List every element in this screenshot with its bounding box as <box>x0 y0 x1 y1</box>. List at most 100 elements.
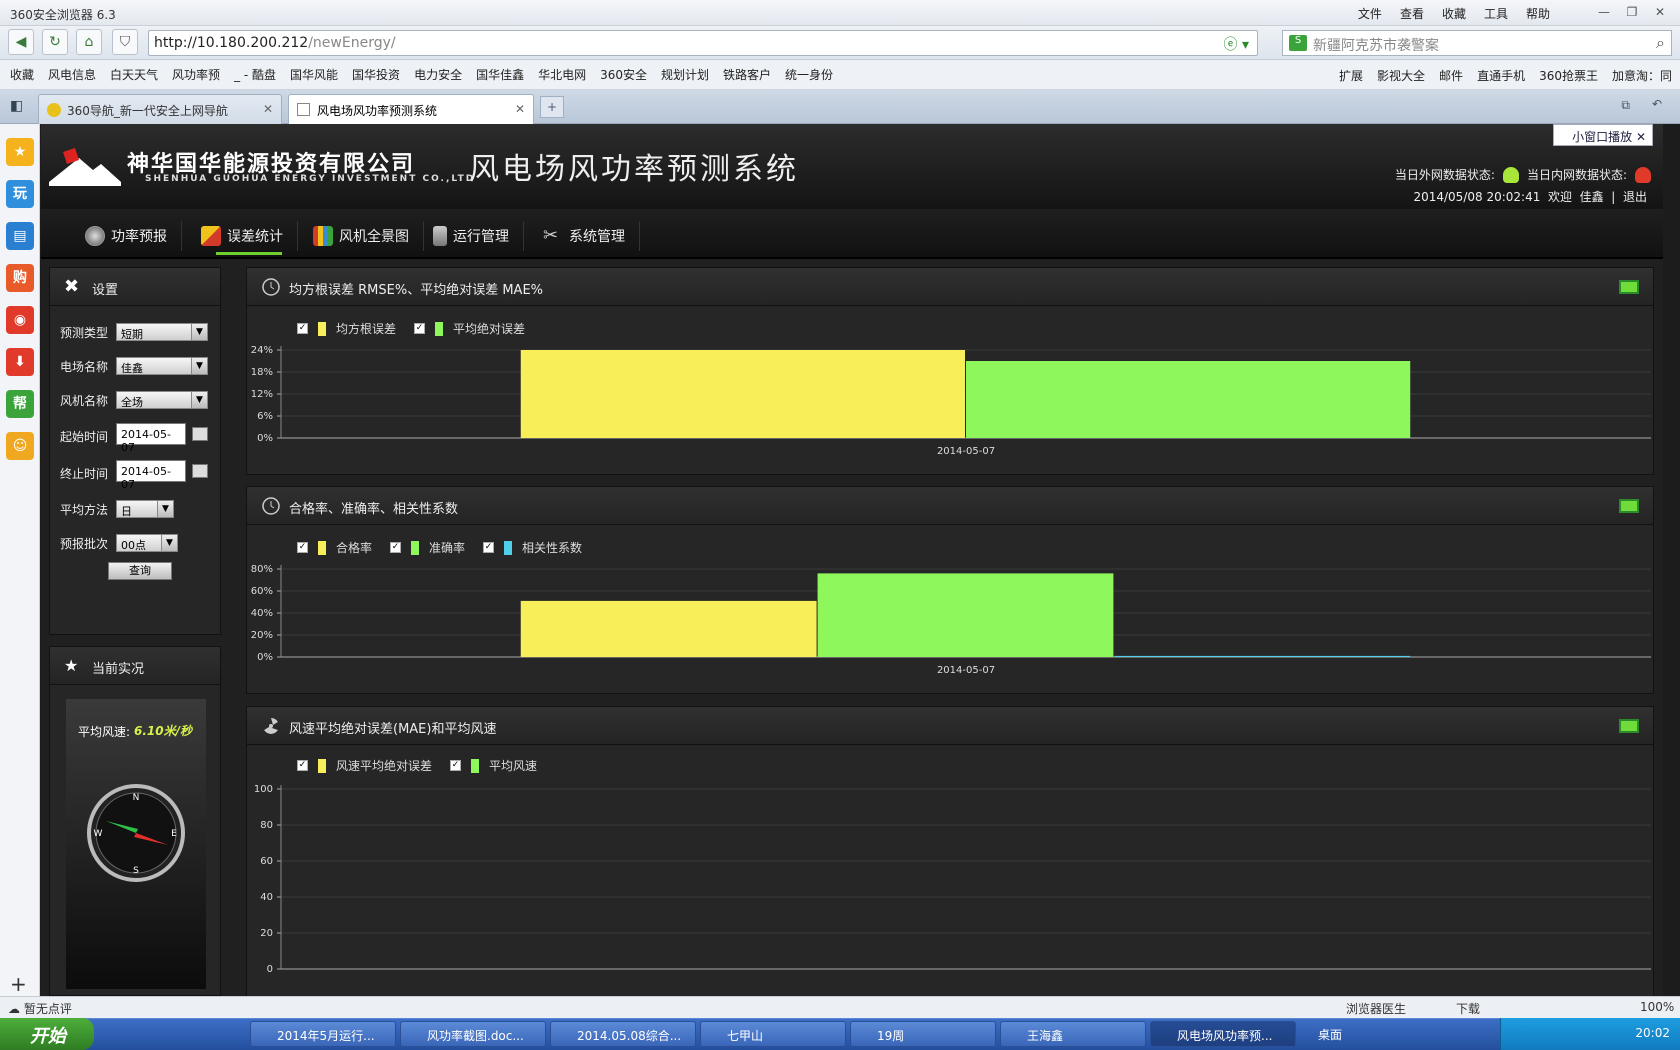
new-tab-button[interactable]: + <box>540 96 564 118</box>
menu-file[interactable]: 文件 <box>1358 5 1382 22</box>
bookmark-right-item[interactable]: 邮件 <box>1439 67 1463 84</box>
query-button[interactable]: 查询 <box>108 562 172 580</box>
minimize-icon[interactable]: — <box>1592 3 1616 21</box>
bookmark-item[interactable]: 国华佳鑫 <box>476 66 524 83</box>
separator: | <box>1611 190 1616 204</box>
close-icon[interactable]: ✕ <box>1648 3 1672 21</box>
bookmark-item[interactable]: 铁路客户 <box>723 66 771 83</box>
nav-turbine-panorama[interactable]: 风机全景图 <box>299 221 424 251</box>
tab-close-icon[interactable]: ✕ <box>263 102 273 116</box>
tab-list-icon[interactable]: ⧉ <box>1621 98 1630 113</box>
bookmark-item[interactable]: 规划计划 <box>661 66 709 83</box>
taskbar-item[interactable]: 王海鑫 <box>1000 1021 1146 1047</box>
add-icon[interactable]: + <box>10 972 27 996</box>
bookmark-item[interactable]: 收藏 <box>10 66 34 83</box>
bookmark-right-item[interactable]: 直通手机 <box>1477 67 1525 84</box>
avg-method-select[interactable]: 日 ▼ <box>116 500 174 518</box>
emoji-icon[interactable]: ☺ <box>6 432 34 460</box>
browser-doctor[interactable]: 浏览器医生 <box>1346 1000 1406 1017</box>
taskbar-item[interactable]: 风电场风功率预... <box>1150 1021 1296 1047</box>
nav-system-mgmt[interactable]: ✂ 系统管理 <box>529 221 640 251</box>
ie-mode-icon[interactable]: ⓔ ▾ <box>1224 34 1249 54</box>
cube-icon <box>201 226 221 246</box>
taskbar-item[interactable]: 2014.05.08综合... <box>550 1021 696 1047</box>
bookmark-item[interactable]: 华北电网 <box>538 66 586 83</box>
y-tick-label: 40% <box>251 608 273 619</box>
menu-favorites[interactable]: 收藏 <box>1442 5 1466 22</box>
bookmark-item[interactable]: 国华投资 <box>352 66 400 83</box>
shield-icon[interactable]: ⛉ <box>112 29 138 55</box>
home-icon[interactable]: ⌂ <box>76 29 102 55</box>
download-link[interactable]: 下载 <box>1456 1000 1480 1017</box>
play-icon[interactable]: 玩 <box>6 180 34 208</box>
zoom-level[interactable]: 100% <box>1640 1000 1674 1014</box>
search-input[interactable]: 新疆阿克苏市袭警案 <box>1313 35 1439 55</box>
search-engine-icon[interactable]: S <box>1289 35 1307 51</box>
calendar-icon[interactable] <box>192 464 208 478</box>
start-button[interactable]: 开始 <box>0 1018 94 1050</box>
book-icon[interactable]: ▤ <box>6 222 34 250</box>
nav-error-stats[interactable]: 误差统计 <box>187 221 298 251</box>
shopping-icon[interactable]: 购 <box>6 264 34 292</box>
taskbar-item[interactable]: 2014年5月运行... <box>250 1021 396 1047</box>
bookmark-right-item[interactable]: 影视大全 <box>1377 67 1425 84</box>
mini-window-button[interactable]: 小窗口播放 ✕ <box>1553 124 1653 146</box>
bookmark-item[interactable]: 风电信息 <box>48 66 96 83</box>
bookmark-right-item[interactable]: 加意淘：同 <box>1612 67 1672 84</box>
wind-speed-value: 6.10米/秒 <box>134 724 192 738</box>
weibo-icon[interactable]: ◉ <box>6 306 34 334</box>
taskbar-item[interactable]: 七甲山 <box>700 1021 846 1047</box>
menu-tools[interactable]: 工具 <box>1484 5 1508 22</box>
label-batch: 预报批次 <box>60 537 109 551</box>
site-header: 神华国华能源投资有限公司 SHENHUA GUOHUA ENERGY INVES… <box>41 124 1663 209</box>
help-icon[interactable]: 帮 <box>6 390 34 418</box>
forecast-type-select[interactable]: 短期 ▼ <box>116 323 208 341</box>
start-time-input[interactable]: 2014-05-07 <box>116 423 186 454</box>
comment-status: ☁ 暂无点评 <box>8 1002 72 1016</box>
search-box[interactable]: S 新疆阿克苏市袭警案 ⌕ <box>1282 30 1672 56</box>
favorites-star-icon[interactable]: ★ <box>6 138 34 166</box>
bookmark-item[interactable]: 风功率预 <box>172 66 220 83</box>
bookmark-item[interactable]: 国华风能 <box>290 66 338 83</box>
tab-close-icon[interactable]: ✕ <box>515 102 525 116</box>
undo-close-icon[interactable]: ↶ <box>1652 97 1662 111</box>
address-bar[interactable]: http://10.180.200.212/newEnergy/ ⓔ ▾ <box>148 30 1258 56</box>
tab-wind-power[interactable]: 风电场风功率预测系统 ✕ <box>288 94 534 124</box>
desktop-toolbar[interactable]: 桌面 <box>1318 1026 1342 1043</box>
bookmark-item[interactable]: 统一身份 <box>785 66 833 83</box>
bookmark-item[interactable]: 电力安全 <box>414 66 462 83</box>
tab-360-nav[interactable]: 360导航_新一代安全上网导航 ✕ <box>38 94 282 124</box>
menu-view[interactable]: 查看 <box>1400 5 1424 22</box>
bookmark-item[interactable]: 360安全 <box>600 66 647 83</box>
bookmark-right-item[interactable]: 360抢票王 <box>1539 67 1598 84</box>
compass-e: E <box>171 829 177 839</box>
bar <box>1114 655 1411 657</box>
bookmark-item[interactable]: 白天天气 <box>110 66 158 83</box>
batch-select[interactable]: 00点 ▼ <box>116 534 178 552</box>
taskbar-item[interactable]: 19周 <box>850 1021 996 1047</box>
wind-display: 平均风速: 6.10米/秒 N E S W <box>66 699 206 989</box>
bookmark-right-item[interactable]: 扩展 <box>1339 67 1363 84</box>
nav-power-forecast[interactable]: 功率预报 <box>71 221 182 251</box>
main-nav: 功率预报 误差统计 风机全景图 运行管理 ✂ 系统管理 <box>41 209 1663 259</box>
clock[interactable]: 20:02 <box>1635 1026 1670 1040</box>
turbine-name-select[interactable]: 全场 ▼ <box>116 391 208 409</box>
ext-status-lamp-icon <box>1502 166 1519 183</box>
refresh-icon[interactable]: ↻ <box>42 29 68 55</box>
download-icon[interactable]: ⬇ <box>6 348 34 376</box>
data-status: 当日外网数据状态: 当日内网数据状态: <box>1395 166 1651 183</box>
calendar-icon[interactable] <box>192 427 208 441</box>
search-icon[interactable]: ⌕ <box>1656 33 1665 53</box>
menu-help[interactable]: 帮助 <box>1526 5 1550 22</box>
taskbar-item[interactable]: 风功率截图.doc... <box>400 1021 546 1047</box>
end-time-input[interactable]: 2014-05-07 <box>116 460 186 491</box>
sidebar-toggle-icon[interactable]: ◧ <box>10 98 23 114</box>
nav-operation-mgmt[interactable]: 运行管理 <box>419 221 524 251</box>
compass-n: N <box>133 793 140 803</box>
logout-link[interactable]: 退出 <box>1623 190 1647 204</box>
restore-icon[interactable]: ❐ <box>1620 3 1644 21</box>
back-icon[interactable]: ◀ <box>8 29 34 55</box>
bookmark-item[interactable]: _ - 酷盘 <box>234 66 276 83</box>
settings-panel: ✖ 设置 预测类型 短期 ▼ 电场名称 佳鑫 ▼ 风机名称 全场 ▼ 起始时间 201… <box>49 267 221 635</box>
farm-name-select[interactable]: 佳鑫 ▼ <box>116 357 208 375</box>
